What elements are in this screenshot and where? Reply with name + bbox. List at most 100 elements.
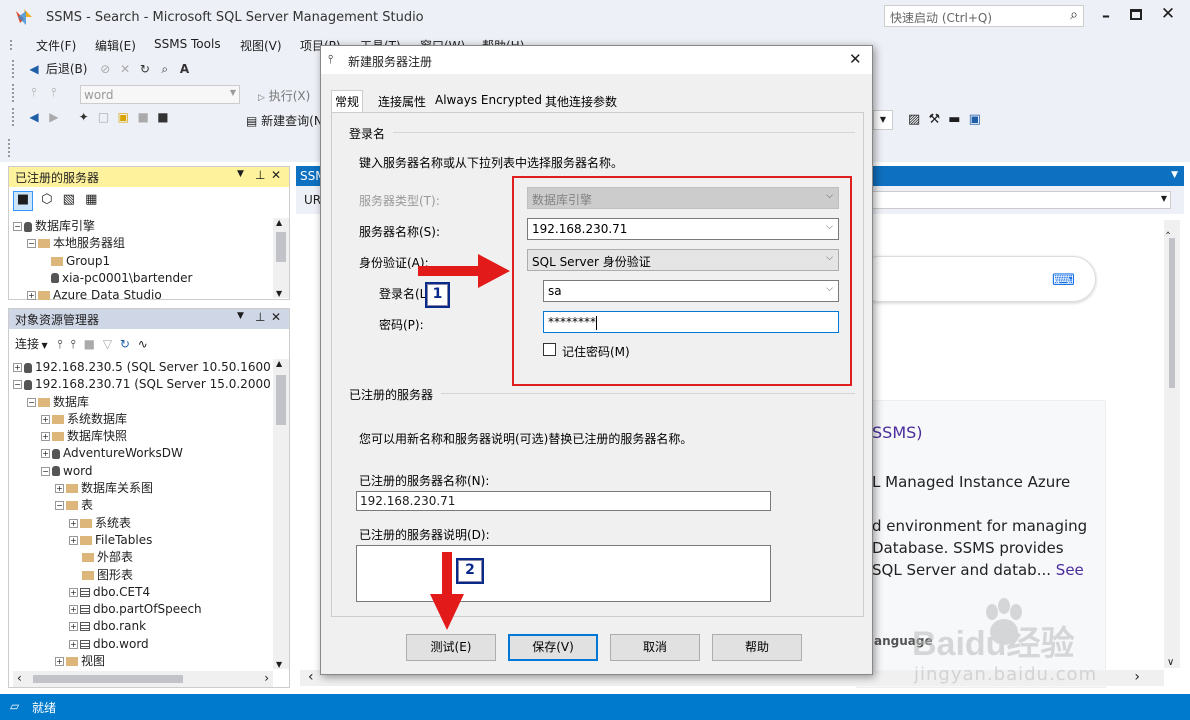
save-button[interactable]: 保存(V): [508, 634, 598, 661]
tree-node[interactable]: Group1: [13, 253, 271, 270]
tree-node[interactable]: − 本地服务器组: [13, 235, 271, 252]
filter-icon[interactable]: ▽: [103, 337, 112, 351]
refresh-icon[interactable]: ↻: [137, 61, 153, 77]
tab-connection-properties[interactable]: 连接属性: [375, 91, 429, 111]
scroll-left-icon[interactable]: ‹: [17, 671, 22, 685]
tab-always-encrypted[interactable]: Always Encrypted: [432, 91, 545, 111]
url-combo[interactable]: ▼: [866, 191, 1171, 209]
new-project-icon[interactable]: ✦: [76, 109, 92, 125]
tab-overflow-icon[interactable]: ▼: [1171, 170, 1178, 180]
scroll-thumb[interactable]: [276, 375, 286, 425]
report-icon[interactable]: ▨: [908, 112, 920, 127]
database-engine-icon[interactable]: ■: [13, 191, 33, 211]
keyboard-icon[interactable]: ⌨: [1052, 270, 1075, 289]
scroll-right-icon[interactable]: ›: [264, 671, 269, 685]
database-select[interactable]: word ▼: [80, 85, 240, 104]
tree-node[interactable]: + Azure Data Studio: [13, 287, 271, 300]
registered-servers-scrollbar[interactable]: ▲ ▼: [273, 218, 289, 298]
tab-general[interactable]: 常规: [331, 90, 364, 113]
panel-close-icon[interactable]: ✕: [271, 168, 281, 182]
tree-node[interactable]: − 数据库: [13, 394, 271, 411]
pin-icon[interactable]: ⊥: [255, 310, 265, 324]
tree-node[interactable]: + 系统数据库: [13, 411, 271, 428]
connect-icon[interactable]: ⫯: [58, 337, 63, 351]
window-icon[interactable]: ▣: [969, 112, 981, 127]
tree-node[interactable]: + dbo.rank: [13, 618, 271, 635]
menu-edit[interactable]: 编辑(E): [95, 37, 136, 54]
object-explorer-hscrollbar[interactable]: ‹ ›: [13, 671, 273, 687]
scroll-left-icon[interactable]: ‹: [308, 669, 314, 685]
close-icon[interactable]: ✕: [117, 61, 133, 77]
maximize-button[interactable]: [1130, 9, 1142, 20]
nav-forward-icon[interactable]: ▶: [46, 109, 62, 125]
tree-node[interactable]: − 数据库引擎: [13, 218, 271, 235]
scroll-down-icon[interactable]: ▼: [276, 289, 282, 298]
tree-node[interactable]: + dbo.partOfSpeech: [13, 601, 271, 618]
registered-desc-textarea[interactable]: [356, 545, 771, 602]
integration-services-icon[interactable]: ▦: [85, 192, 97, 207]
tab-other-connection-params[interactable]: 其他连接参数: [542, 91, 620, 111]
tree-node[interactable]: −192.168.230.71 (SQL Server 15.0.2000 -: [13, 376, 271, 393]
tree-node[interactable]: xia-pc0001\bartender: [13, 270, 271, 287]
refresh-icon[interactable]: ↻: [120, 337, 130, 351]
disconnect-icon[interactable]: ⫯: [71, 337, 76, 351]
new-query-button[interactable]: ▤ 新建查询(N): [246, 112, 328, 129]
save-icon[interactable]: ■: [135, 109, 151, 125]
tree-node[interactable]: 图形表: [13, 567, 271, 584]
panel-menu-icon[interactable]: ▼: [237, 311, 244, 321]
tree-node[interactable]: +192.168.230.5 (SQL Server 10.50.1600.1: [13, 359, 271, 376]
help-button[interactable]: 帮助: [712, 634, 802, 661]
menu-ssms-tools[interactable]: SSMS Tools: [154, 37, 221, 51]
menu-view[interactable]: 视图(V): [240, 37, 282, 54]
tree-node[interactable]: + dbo.CET4: [13, 584, 271, 601]
font-size-icon[interactable]: A: [177, 61, 193, 77]
scroll-thumb[interactable]: [276, 232, 286, 262]
analysis-services-icon[interactable]: ⬡: [41, 192, 52, 207]
solution-config-select[interactable]: ▼: [873, 110, 893, 130]
tree-node[interactable]: 外部表: [13, 549, 271, 566]
cancel-button[interactable]: 取消: [610, 634, 700, 661]
minimize-button[interactable]: –: [1096, 6, 1116, 26]
activity-icon[interactable]: ∿: [138, 337, 148, 351]
pin-icon[interactable]: ⊥: [255, 168, 265, 182]
tree-node[interactable]: + dbo.word: [13, 636, 271, 653]
back-button-label[interactable]: 后退(B): [46, 62, 88, 76]
tree-node[interactable]: + 系统表: [13, 515, 271, 532]
add-item-icon[interactable]: □: [95, 109, 111, 125]
open-icon[interactable]: ▣: [115, 109, 131, 125]
close-window-button[interactable]: ✕: [1158, 4, 1178, 24]
wrench-icon[interactable]: ⚒: [928, 112, 940, 127]
tree-node[interactable]: + 视图: [13, 653, 271, 669]
tree-node[interactable]: − word: [13, 463, 271, 480]
scroll-up-icon[interactable]: ‸: [1166, 220, 1170, 234]
find-icon[interactable]: ⌕: [157, 61, 173, 77]
tree-node[interactable]: + 数据库关系图: [13, 480, 271, 497]
stop-icon[interactable]: ■: [84, 337, 95, 351]
stop-icon[interactable]: ⊘: [97, 61, 113, 77]
scroll-thumb[interactable]: [1169, 238, 1175, 388]
tree-node[interactable]: − 表: [13, 497, 271, 514]
scroll-down-icon[interactable]: ▼: [276, 660, 282, 669]
see-more-link[interactable]: See: [1056, 561, 1084, 579]
dialog-close-icon[interactable]: ✕: [849, 50, 862, 68]
back-icon[interactable]: ◀: [26, 61, 42, 77]
quick-launch-input[interactable]: 快速启动 (Ctrl+Q) ⌕: [884, 5, 1084, 27]
menu-file[interactable]: 文件(F): [36, 37, 76, 54]
connect-icon[interactable]: ⫯: [26, 84, 42, 100]
scroll-up-icon[interactable]: ▲: [276, 218, 282, 227]
nav-back-icon[interactable]: ◀: [26, 109, 42, 125]
save-all-icon[interactable]: ■: [155, 109, 171, 125]
panel-menu-icon[interactable]: ▼: [237, 169, 244, 179]
connect-dropdown[interactable]: 连接: [15, 337, 39, 351]
scroll-thumb[interactable]: [33, 675, 183, 683]
tree-node[interactable]: + AdventureWorksDW: [13, 445, 271, 462]
tree-node[interactable]: + 数据库快照: [13, 428, 271, 445]
disconnect-icon[interactable]: ⫯: [46, 84, 62, 100]
toolbox-icon[interactable]: ▬: [948, 112, 960, 127]
search-box[interactable]: ⌨: [856, 256, 1096, 302]
tree-node[interactable]: + FileTables: [13, 532, 271, 549]
test-button[interactable]: 测试(E): [406, 634, 496, 661]
reporting-services-icon[interactable]: ▧: [63, 192, 75, 207]
execute-button[interactable]: ▷ 执行(X): [258, 87, 310, 104]
object-explorer-vscrollbar[interactable]: ▲ ▼: [273, 359, 289, 669]
